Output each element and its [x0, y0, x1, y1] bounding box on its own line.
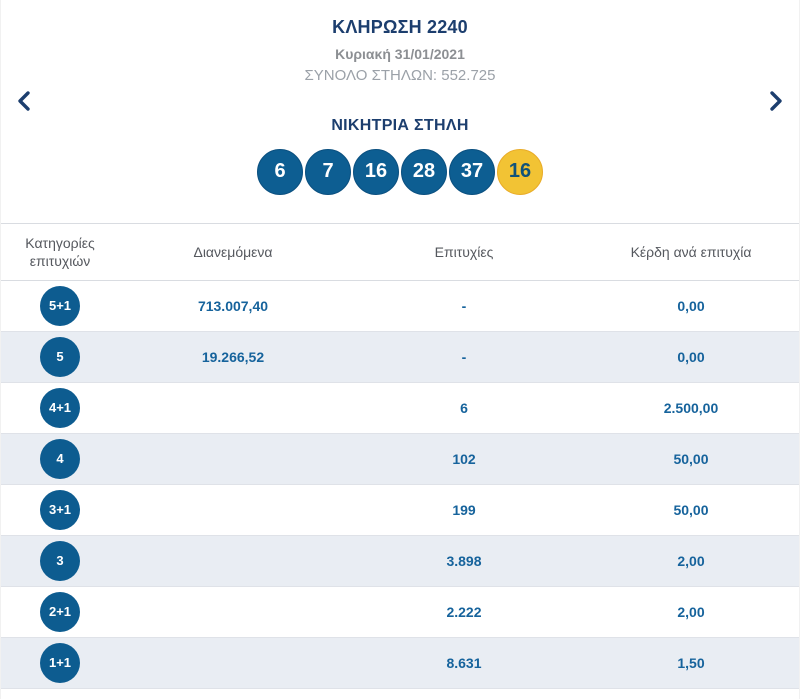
column-header: Επιτυχίες — [434, 243, 494, 260]
winners-cell: 6 — [460, 400, 468, 416]
draw-date: Κυριακή 31/01/2021 — [335, 46, 465, 62]
joker-number-ball: 16 — [497, 149, 543, 195]
table-row: 4+1 6 2.500,00 — [1, 383, 799, 434]
category-badge: 5+1 — [40, 286, 80, 326]
category-badge: 4+1 — [40, 388, 80, 428]
category-badge: 3+1 — [40, 490, 80, 530]
table-row: 3 3.898 2,00 — [1, 536, 799, 587]
next-draw-button[interactable] — [763, 88, 789, 114]
prize-cell: 50,00 — [673, 502, 709, 518]
prize-cell: 1,50 — [677, 655, 705, 671]
winning-column-title: ΝΙΚΗΤΡΙΑ ΣΤΗΛΗ — [331, 117, 469, 134]
draw-title: ΚΛΗΡΩΣΗ 2240 — [332, 17, 468, 37]
category-badge: 5 — [40, 337, 80, 377]
winning-number-ball: 6 — [257, 149, 303, 195]
previous-draw-button[interactable] — [11, 88, 37, 114]
column-header: Διανεμόμενα — [193, 243, 273, 260]
winners-cell: 199 — [452, 502, 476, 518]
column-header: Κέρδη ανά επιτυχία — [630, 243, 752, 260]
winning-number-ball: 37 — [449, 149, 495, 195]
draw-header: ΚΛΗΡΩΣΗ 2240 Κυριακή 31/01/2021 ΣΥΝΟΛΟ Σ… — [1, 0, 799, 84]
winning-column-section: ΝΙΚΗΤΡΙΑ ΣΤΗΛΗ 6 7 16 28 37 16 — [1, 117, 799, 195]
winners-cell: 2.222 — [446, 604, 482, 620]
column-header: Κατηγορίες επιτυχιών — [25, 234, 95, 269]
category-badge: 2+1 — [40, 592, 80, 632]
prize-cell: 2,00 — [677, 604, 705, 620]
category-badge: 3 — [40, 541, 80, 581]
table-row: 1+1 8.631 1,50 — [1, 638, 799, 689]
chevron-left-icon — [17, 90, 31, 112]
prize-cell: 0,00 — [677, 349, 705, 365]
winners-cell: 102 — [452, 451, 476, 467]
chevron-right-icon — [769, 90, 783, 112]
winners-cell: - — [461, 298, 467, 314]
results-table: Κατηγορίες επιτυχιών Διανεμόμενα Επιτυχίες… — [1, 223, 799, 689]
dividend-cell: 713.007,40 — [197, 298, 269, 314]
category-badge: 4 — [40, 439, 80, 479]
total-columns: ΣΥΝΟΛΟ ΣΤΗΛΩΝ: 552.725 — [304, 67, 496, 84]
prize-cell: 0,00 — [677, 298, 705, 314]
prize-cell: 50,00 — [673, 451, 709, 467]
winning-number-ball: 28 — [401, 149, 447, 195]
table-body: 5+1 713.007,40 - 0,00 5 19.266,52 - 0,00 4+1 6 2.5… — [1, 281, 799, 689]
table-row: 5+1 713.007,40 - 0,00 — [1, 281, 799, 332]
winners-cell: 8.631 — [446, 655, 482, 671]
table-row: 2+1 2.222 2,00 — [1, 587, 799, 638]
draw-results-page: ΚΛΗΡΩΣΗ 2240 Κυριακή 31/01/2021 ΣΥΝΟΛΟ Σ… — [0, 0, 800, 699]
table-row: 5 19.266,52 - 0,00 — [1, 332, 799, 383]
dividend-cell: 19.266,52 — [201, 349, 265, 365]
winning-number-ball: 16 — [353, 149, 399, 195]
prize-cell: 2,00 — [677, 553, 705, 569]
winners-cell: - — [461, 349, 467, 365]
table-row: 4 102 50,00 — [1, 434, 799, 485]
table-row: 3+1 199 50,00 — [1, 485, 799, 536]
winners-cell: 3.898 — [446, 553, 482, 569]
winning-number-ball: 7 — [305, 149, 351, 195]
winning-numbers: 6 7 16 28 37 16 — [1, 149, 799, 195]
table-header-row: Κατηγορίες επιτυχιών Διανεμόμενα Επιτυχίες… — [1, 224, 799, 281]
prize-cell: 2.500,00 — [663, 400, 719, 416]
category-badge: 1+1 — [40, 643, 80, 683]
